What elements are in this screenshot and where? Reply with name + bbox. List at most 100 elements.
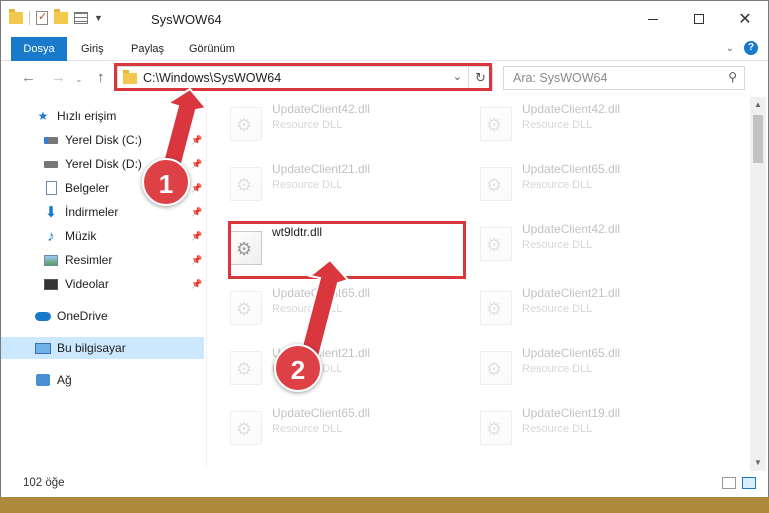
navigation-pane: ★ Hızlı erişim Yerel Disk (C:) 📌 Yerel D… [1,97,207,467]
file-list: ⚙ UpdateClient42.dll Resource DLL ⚙ Upda… [208,97,748,471]
help-icon[interactable]: ? [744,41,758,55]
search-icon: ⚲ [728,70,737,84]
pin-icon: 📌 [191,254,203,265]
sidebar-item-network[interactable]: Ağ [1,369,204,391]
music-icon: ♪ [47,227,55,245]
file-item[interactable]: ⚙ UpdateClient21.dll Resource DLL [458,281,694,333]
minimize-button[interactable] [630,1,676,37]
file-highlight [228,221,466,279]
file-type: Resource DLL [522,179,593,191]
search-placeholder: Ara: SysWOW64 [513,71,608,85]
pin-icon: 📌 [191,182,203,193]
scrollbar-thumb[interactable] [753,115,763,163]
file-item[interactable]: ⚙ UpdateClient65.dll Resource DLL [208,401,444,453]
sidebar-item-drive-c[interactable]: Yerel Disk (C:) 📌 [1,129,204,151]
file-type: Resource DLL [522,423,593,435]
ribbon-tabs: Dosya Giriş Paylaş Görünüm ⌄ ? [1,37,768,89]
dll-file-icon: ⚙ [480,107,512,141]
file-item[interactable]: ⚙ UpdateClient21.dll Resource DLL [208,157,444,209]
sidebar-item-label: Müzik [65,229,97,243]
maximize-button[interactable] [676,1,722,37]
sidebar-item-music[interactable]: ♪ Müzik 📌 [1,225,204,247]
new-folder-icon[interactable] [54,9,68,24]
up-arrow-icon[interactable]: ↑ [97,69,105,86]
dll-file-icon: ⚙ [480,167,512,201]
window-title: SysWOW64 [151,12,222,27]
status-bar: 102 öğe [1,471,768,497]
file-name: UpdateClient65.dll [522,346,621,360]
computer-icon [35,341,51,355]
sidebar-item-pictures[interactable]: Resimler 📌 [1,249,204,271]
file-item[interactable]: ⚙ UpdateClient42.dll Resource DLL [208,97,444,149]
sidebar-item-label: Yerel Disk (D:) [65,157,142,171]
back-arrow-icon[interactable]: ← [21,69,36,86]
address-bar-highlight [114,63,492,91]
folder-icon[interactable] [9,9,23,24]
file-name: UpdateClient42.dll [522,102,621,116]
dll-file-icon: ⚙ [480,227,512,261]
file-name: UpdateClient65.dll [522,162,621,176]
file-type: Resource DLL [522,303,593,315]
customize-dropdown-icon[interactable]: ▼ [94,13,103,23]
dll-file-icon: ⚙ [480,351,512,385]
dll-file-icon: ⚙ [230,291,262,325]
sidebar-item-videos[interactable]: Videolar 📌 [1,273,204,295]
network-icon [35,373,51,387]
file-item[interactable]: ⚙ UpdateClient65.dll Resource DLL [458,157,694,209]
forward-arrow-icon[interactable]: → [51,69,66,86]
step-badge-1: 1 [142,158,190,206]
dll-file-icon: ⚙ [230,167,262,201]
file-name: UpdateClient19.dll [522,406,621,420]
sidebar-item-this-pc[interactable]: Bu bilgisayar [1,337,204,359]
file-item[interactable]: ⚙ UpdateClient65.dll Resource DLL [458,341,694,393]
drive-c-icon [43,133,59,147]
step-badge-2: 2 [274,344,322,392]
sidebar-item-label: Belgeler [65,181,110,195]
file-type: Resource DLL [272,423,343,435]
recent-locations-icon[interactable]: ⌄ [75,74,83,85]
onedrive-icon [35,309,51,323]
close-button[interactable]: ✕ [722,1,768,37]
pin-icon: 📌 [191,134,203,145]
vertical-scrollbar[interactable]: ▲ ▼ [750,97,766,471]
close-icon: ✕ [738,11,752,28]
file-item[interactable]: ⚙ UpdateClient42.dll Resource DLL [458,217,694,269]
scroll-down-icon[interactable]: ▼ [750,455,766,471]
file-type: Resource DLL [522,119,593,131]
file-item[interactable]: ⚙ UpdateClient19.dll Resource DLL [458,401,694,453]
view-icon[interactable] [74,12,88,24]
sidebar-item-label: Ağ [57,373,72,387]
sidebar-item-label: İndirmeler [65,205,119,219]
sidebar-item-label: Yerel Disk (C:) [65,133,142,147]
dll-file-icon: ⚙ [230,411,262,445]
item-count: 102 öğe [23,477,65,489]
sidebar-item-onedrive[interactable]: OneDrive [1,305,204,327]
pin-icon: 📌 [191,230,203,241]
dll-file-icon: ⚙ [480,411,512,445]
file-type: Resource DLL [272,179,343,191]
dll-file-icon: ⚙ [230,351,262,385]
tab-view[interactable]: Görünüm [177,37,247,61]
file-type: Resource DLL [272,303,343,315]
sidebar-item-label: Hızlı erişim [57,109,117,123]
pin-icon: 📌 [191,206,203,217]
properties-icon[interactable] [36,10,48,25]
file-type: Resource DLL [522,363,593,375]
maximize-icon [694,14,704,24]
expand-ribbon-icon[interactable]: ⌄ [726,43,734,54]
search-input[interactable]: Ara: SysWOW64 ⚲ [503,66,745,90]
tab-share[interactable]: Paylaş [119,37,176,61]
file-type: Resource DLL [522,239,593,251]
pin-icon: 📌 [191,158,203,169]
file-item[interactable]: ⚙ UpdateClient42.dll Resource DLL [458,97,694,149]
file-name: UpdateClient65.dll [272,286,371,300]
sidebar-item-quick-access[interactable]: ★ Hızlı erişim [1,105,204,127]
dll-file-icon: ⚙ [480,291,512,325]
tab-home[interactable]: Giriş [69,37,116,61]
file-item[interactable]: ⚙ UpdateClient21.dll Resource DLL [208,341,444,393]
scroll-up-icon[interactable]: ▲ [750,97,766,113]
large-icons-view-icon[interactable] [742,477,756,489]
details-view-icon[interactable] [722,477,736,489]
file-item[interactable]: ⚙ UpdateClient65.dll Resource DLL [208,281,444,333]
file-name: UpdateClient42.dll [272,102,371,116]
